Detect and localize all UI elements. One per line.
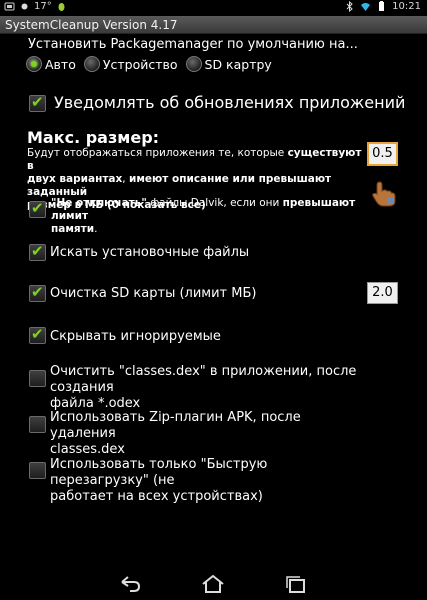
max-size-desc-1: Будут отображаться приложения те, которы… xyxy=(27,147,288,159)
fast-reboot-label: Использовать только "Быструю перезагрузк… xyxy=(50,457,370,505)
clear-classes-dex-line-2: файла *.odex xyxy=(50,396,141,411)
clock-text: 10:21 xyxy=(392,1,421,12)
navigation-bar xyxy=(0,568,427,600)
fast-reboot-line-1: Использовать только "Быструю перезагрузк… xyxy=(50,457,268,488)
hide-ignored-checkbox[interactable] xyxy=(29,325,46,344)
sd-clean-checkbox[interactable] xyxy=(29,283,46,302)
package-manager-radio-group: Авто Устройство SD картру xyxy=(26,56,280,72)
dalvik-checkbox[interactable] xyxy=(29,199,46,218)
clear-classes-dex-checkbox[interactable] xyxy=(29,370,46,387)
sd-clean-limit-input[interactable]: 2.0 xyxy=(367,282,398,304)
notify-updates-checkbox[interactable] xyxy=(29,93,46,112)
radio-dot-auto[interactable] xyxy=(26,56,42,72)
home-icon[interactable] xyxy=(201,574,225,594)
zip-plugin-checkbox[interactable] xyxy=(29,416,46,433)
wifi-icon xyxy=(361,3,371,11)
dalvik-text-2-bold: памяти xyxy=(51,223,95,235)
search-install-files-label: Искать установочные файлы xyxy=(50,245,250,260)
radio-sd-card[interactable]: SD картру xyxy=(185,56,272,72)
zip-plugin-label: Использовать Zip-плагин APK, после удале… xyxy=(50,410,370,458)
max-size-desc-2: , xyxy=(122,173,129,185)
radio-auto-label: Авто xyxy=(45,56,76,72)
radio-dot-sd-card[interactable] xyxy=(185,56,202,72)
battery-icon xyxy=(379,1,385,11)
search-install-files-checkbox[interactable] xyxy=(29,242,46,261)
bluetooth-icon xyxy=(346,1,353,12)
window-title: SystemCleanup Version 4.17 xyxy=(0,16,427,34)
hide-ignored-label: Скрывать игнорируемые xyxy=(50,329,221,344)
radio-device-label: Устройство xyxy=(102,56,178,72)
radio-sd-card-label: SD картру xyxy=(204,56,272,72)
radio-device[interactable]: Устройство xyxy=(83,56,178,72)
recent-apps-icon[interactable] xyxy=(284,574,308,594)
back-icon[interactable] xyxy=(118,574,142,594)
clear-classes-dex-line-1: Очистить "classes.dex" в приложении, пос… xyxy=(50,364,357,395)
notification-icon xyxy=(4,2,15,11)
package-manager-label: Установить Packagemanager по умолчанию н… xyxy=(28,37,358,52)
max-size-desc-2-bold: двух вариантах xyxy=(27,173,123,185)
max-size-input[interactable]: 0.5 xyxy=(367,142,398,166)
dalvik-text-2: . xyxy=(94,223,98,235)
status-bar: 17° 10:21 xyxy=(0,0,427,16)
clear-classes-dex-label: Очистить "classes.dex" в приложении, пос… xyxy=(50,364,370,412)
weather-icon xyxy=(21,3,28,10)
fast-reboot-checkbox[interactable] xyxy=(29,462,46,479)
hand-cursor-icon xyxy=(372,181,396,207)
temperature-text: 17° xyxy=(34,1,52,12)
zip-plugin-line-2: classes.dex xyxy=(50,442,125,457)
max-size-title: Макс. размер: xyxy=(27,128,160,147)
bug-icon xyxy=(58,3,65,11)
radio-dot-device[interactable] xyxy=(83,56,100,72)
sd-clean-label: Очистка SD карты (лимит МБ) xyxy=(50,286,257,301)
notify-updates-label: Уведомлять об обновлениях приложений xyxy=(54,93,406,112)
radio-auto[interactable]: Авто xyxy=(26,56,76,72)
fast-reboot-line-2: работает на всех устройствах) xyxy=(50,489,263,504)
dalvik-text-1: файлы Dalvik, если они xyxy=(146,197,283,209)
dalvik-label: "Не отключать" файлы Dalvik, если они пр… xyxy=(51,197,371,236)
dalvik-quote: "Не отключать" xyxy=(51,197,147,209)
zip-plugin-line-1: Использовать Zip-плагин APK, после удале… xyxy=(50,410,301,441)
